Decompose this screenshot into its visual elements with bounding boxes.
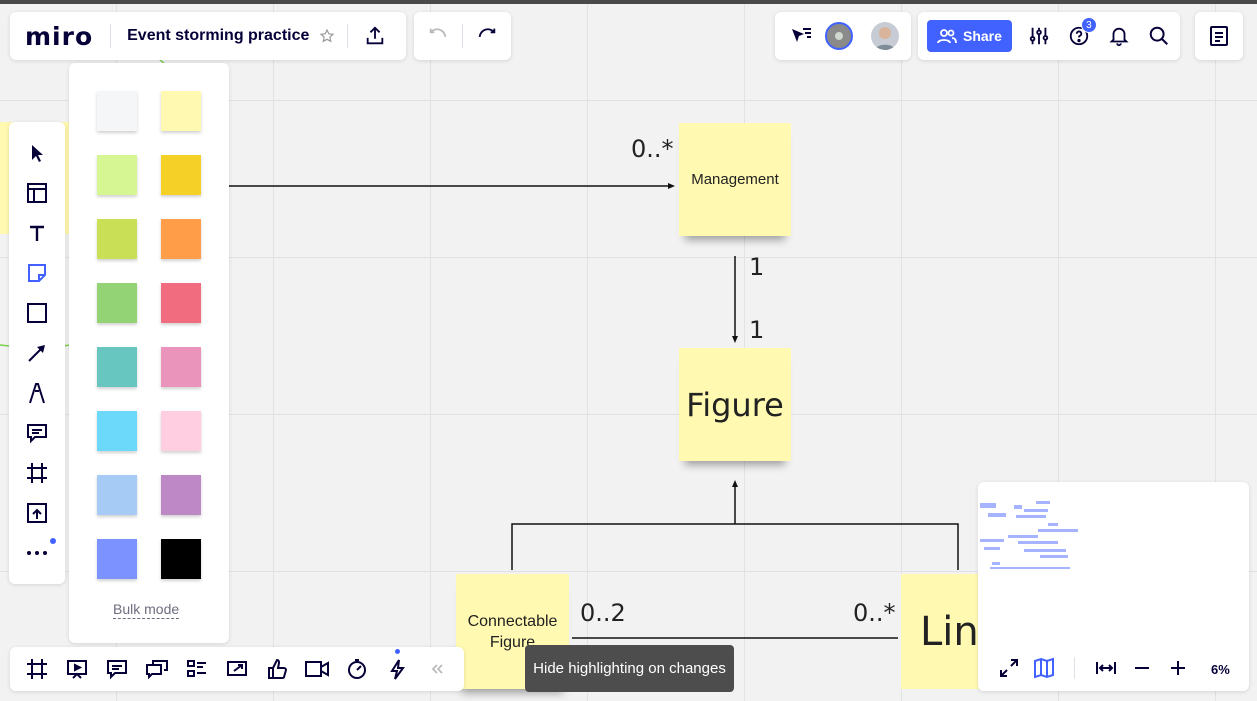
share-screen-icon[interactable] [223,655,251,683]
export-upload-icon[interactable] [364,25,386,47]
multiplicity-label: 0..* [631,135,674,163]
multiplicity-label: 1 [749,316,765,344]
multiplicity-label: 1 [749,253,765,281]
comment-tool-icon[interactable] [21,417,53,449]
upload-icon[interactable] [21,497,53,529]
presentation-icon[interactable] [63,655,91,683]
chat-icon[interactable] [143,655,171,683]
board-header: miro Event storming practice [10,12,406,60]
sticky-color-swatch[interactable] [161,155,201,195]
new-feature-dot [395,649,400,654]
sticky-color-swatch[interactable] [97,91,137,131]
map-icon[interactable] [1033,657,1055,679]
multiplicity-label: 0..2 [580,599,626,627]
sticky-color-swatch[interactable] [161,475,201,515]
sticky-color-swatch[interactable] [161,539,201,579]
search-icon[interactable] [1148,25,1170,47]
undo-redo-panel [414,12,511,60]
cards-list-icon[interactable] [183,655,211,683]
fit-width-icon[interactable] [1095,658,1117,678]
sticky-color-swatch[interactable] [161,347,201,387]
templates-icon[interactable] [21,177,53,209]
bulk-mode-link[interactable]: Bulk mode [113,600,180,619]
undo-icon[interactable] [427,25,449,47]
frame-tool-icon[interactable] [21,457,53,489]
sticky-figure[interactable]: Figure [679,348,791,461]
sticky-color-swatch[interactable] [161,91,201,131]
sticky-text: Management [691,171,779,188]
comments-icon[interactable] [103,655,131,683]
sticky-color-swatch[interactable] [161,411,201,451]
sticky-management[interactable]: Management [679,123,791,236]
creation-toolbar [9,122,65,584]
sticky-note-tool-icon[interactable] [21,257,53,289]
collapse-toolbar-icon[interactable] [423,655,451,683]
divider [110,24,112,48]
divider [347,24,349,48]
help-icon[interactable]: 3 [1068,17,1097,47]
board-title[interactable]: Event storming practice [127,27,309,45]
new-feature-dot [50,538,56,544]
avatar[interactable] [825,22,853,50]
multiplicity-label: 0..* [853,599,896,627]
board-notes-panel [1195,12,1243,60]
minimap-preview[interactable] [978,497,1088,592]
bell-icon[interactable] [1108,25,1130,47]
cursor-follow-icon[interactable] [789,25,813,47]
sticky-color-swatch[interactable] [161,219,201,259]
settings-sliders-icon[interactable] [1028,25,1050,47]
frames-icon[interactable] [23,655,51,683]
zoom-out-icon[interactable] [1133,658,1151,678]
divider [1074,657,1075,679]
minimap-panel: 6% [978,482,1249,691]
lightning-icon[interactable] [383,655,411,683]
sticky-color-swatch[interactable] [97,347,137,387]
redo-icon[interactable] [476,25,498,47]
shape-tool-icon[interactable] [21,297,53,329]
main-actions-panel: Share 3 [918,12,1180,60]
notification-count-badge: 3 [1080,17,1097,33]
tooltip: Hide highlighting on changes [525,645,734,692]
voting-thumbs-up-icon[interactable] [263,655,291,683]
divider [462,24,463,48]
timer-icon[interactable] [343,655,371,683]
sticky-color-swatch[interactable] [97,539,137,579]
select-tool-icon[interactable] [21,137,53,169]
pen-tool-icon[interactable] [21,377,53,409]
share-button[interactable]: Share [927,20,1012,52]
notes-list-icon[interactable] [1209,25,1229,47]
sticky-color-swatch[interactable] [97,475,137,515]
zoom-in-icon[interactable] [1169,658,1187,678]
fit-to-screen-icon[interactable] [998,657,1020,679]
connection-line-icon[interactable] [21,337,53,369]
collaborators-panel [775,12,911,60]
video-call-icon[interactable] [303,655,331,683]
window-top-edge [0,0,1257,4]
zoom-level[interactable]: 6% [1211,662,1230,677]
sticky-color-swatch[interactable] [97,411,137,451]
star-icon[interactable] [319,28,335,44]
share-label: Share [963,28,1002,44]
users-icon [937,28,957,44]
sticky-color-swatch[interactable] [97,219,137,259]
miro-logo[interactable]: miro [25,22,93,51]
sticky-color-swatch[interactable] [161,283,201,323]
sticky-color-swatch[interactable] [97,283,137,323]
sticky-text: Figure [686,385,784,424]
sticky-color-palette: Bulk mode [69,63,229,643]
avatar[interactable] [871,22,899,50]
text-tool-icon[interactable] [21,217,53,249]
sticky-color-swatch[interactable] [97,155,137,195]
collaboration-toolbar [10,647,464,691]
more-tools-icon[interactable] [21,537,53,569]
